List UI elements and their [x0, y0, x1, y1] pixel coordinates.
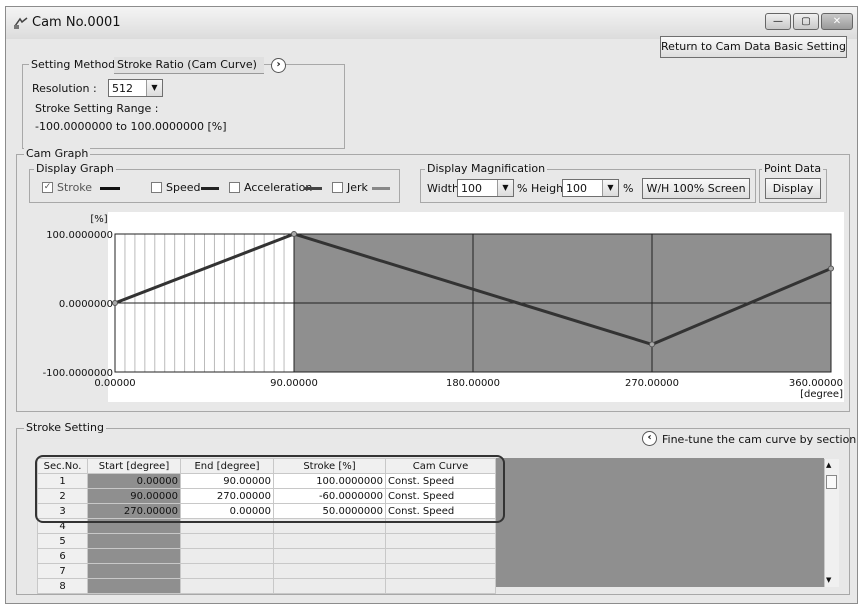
stroke-check-label: Stroke	[57, 181, 93, 194]
defined-sections-highlight	[35, 455, 505, 523]
cam-curve-cell[interactable]	[385, 548, 496, 564]
x-tick-label: 0.00000	[94, 378, 135, 389]
x-tick-label: 180.00000	[446, 378, 500, 389]
speed-checkbox[interactable]	[151, 182, 162, 193]
cam-graph-label: Cam Graph	[24, 147, 91, 160]
height-percent-label: %	[623, 182, 634, 195]
y-tick-label: 100.0000000	[46, 230, 113, 241]
end-cell[interactable]	[180, 563, 274, 579]
width-label: Width	[427, 182, 459, 195]
start-cell[interactable]	[87, 563, 181, 579]
y-axis-label: [%]	[90, 214, 107, 225]
resolution-label: Resolution :	[32, 82, 97, 95]
scroll-down-arrow[interactable]: ▼	[826, 576, 831, 584]
scroll-thumb[interactable]	[826, 475, 837, 489]
fine-tune-label: Fine-tune the cam curve by section	[662, 433, 857, 446]
cam-app-icon	[14, 17, 28, 29]
resolution-select[interactable]: 512 ▼	[108, 79, 163, 97]
stroke-cell[interactable]	[273, 578, 386, 594]
scroll-up-arrow[interactable]: ▲	[826, 461, 831, 469]
setting-method-label: Setting Method :	[29, 58, 125, 71]
stroke-data-point[interactable]	[291, 231, 297, 237]
x-tick-label: 90.00000	[270, 378, 318, 389]
chevron-down-icon: ▼	[497, 180, 513, 196]
stroke-data-point[interactable]	[828, 265, 834, 272]
setting-method-expand-button[interactable]: ›	[271, 58, 286, 73]
end-cell[interactable]	[180, 533, 274, 549]
cam-curve-cell[interactable]	[385, 533, 496, 549]
stroke-legend-line	[100, 187, 120, 190]
stroke-checkbox[interactable]: ✓	[42, 182, 53, 193]
wh-100-screen-button[interactable]: W/H 100% Screen	[642, 178, 750, 199]
start-cell[interactable]	[87, 578, 181, 594]
point-data-label: Point Data	[762, 162, 824, 175]
setting-method-value: Stroke Ratio (Cam Curve)	[117, 58, 257, 71]
stroke-data-point[interactable]	[112, 300, 118, 306]
table-row[interactable]: 7	[37, 563, 496, 579]
acceleration-check-label: Acceleration	[244, 181, 313, 194]
table-row[interactable]: 8	[37, 578, 496, 594]
sec-no-cell: 7	[37, 563, 88, 579]
sec-no-cell: 5	[37, 533, 88, 549]
return-to-basic-setting-button[interactable]: Return to Cam Data Basic Setting	[660, 36, 847, 58]
cam-curve-cell[interactable]	[385, 578, 496, 594]
stroke-cell[interactable]	[273, 533, 386, 549]
setting-method-value-box: Stroke Ratio (Cam Curve)	[114, 57, 264, 74]
jerk-checkbox[interactable]	[332, 182, 343, 193]
x-tick-label: 270.00000	[625, 378, 679, 389]
stroke-range-label: Stroke Setting Range :	[35, 102, 159, 115]
y-tick-label: 0.0000000	[59, 299, 113, 310]
window-title: Cam No.0001	[32, 15, 121, 30]
stroke-range-value: -100.0000000 to 100.0000000 [%]	[35, 120, 227, 133]
table-scrollbar[interactable]: ▲ ▼	[824, 459, 839, 587]
display-graph-label: Display Graph	[34, 162, 116, 175]
stroke-cell[interactable]	[273, 563, 386, 579]
end-cell[interactable]	[180, 548, 274, 564]
chevron-down-icon: ▼	[602, 180, 618, 196]
display-magnification-label: Display Magnification	[425, 162, 548, 175]
width-percent-label: %	[517, 182, 528, 195]
minimize-button[interactable]: —	[765, 13, 791, 30]
x-tick-label: 360.00000	[789, 378, 843, 389]
acceleration-legend-line	[304, 187, 322, 190]
speed-check-label: Speed	[166, 181, 201, 194]
cam-curve-cell[interactable]	[385, 563, 496, 579]
x-axis-label: [degree]	[800, 389, 843, 400]
cam-graph-chart[interactable]: 100.00000000.0000000-100.00000000.00000 9…	[22, 206, 844, 408]
sec-no-cell: 6	[37, 548, 88, 564]
end-cell[interactable]	[180, 578, 274, 594]
title-bar: Cam No.0001 — ▢ ✕	[6, 7, 857, 39]
jerk-legend-line	[372, 187, 390, 190]
height-select[interactable]: 100 ▼	[562, 179, 619, 197]
sec-no-cell: 8	[37, 578, 88, 594]
start-cell[interactable]	[87, 548, 181, 564]
table-row[interactable]: 6	[37, 548, 496, 564]
table-row[interactable]: 5	[37, 533, 496, 549]
speed-legend-line	[201, 187, 219, 190]
width-select[interactable]: 100 ▼	[457, 179, 514, 197]
stroke-cell[interactable]	[273, 548, 386, 564]
stroke-data-point[interactable]	[649, 341, 655, 348]
point-data-display-button[interactable]: Display	[765, 178, 821, 199]
cam-window: Cam No.0001 — ▢ ✕ Return to Cam Data Bas…	[5, 6, 858, 604]
close-button[interactable]: ✕	[821, 13, 853, 30]
maximize-button[interactable]: ▢	[793, 13, 819, 30]
stroke-setting-label: Stroke Setting	[24, 421, 106, 434]
start-cell[interactable]	[87, 533, 181, 549]
acceleration-checkbox[interactable]	[229, 182, 240, 193]
fine-tune-button[interactable]: ‹	[642, 431, 657, 446]
jerk-check-label: Jerk	[347, 181, 368, 194]
chevron-down-icon: ▼	[146, 80, 162, 96]
